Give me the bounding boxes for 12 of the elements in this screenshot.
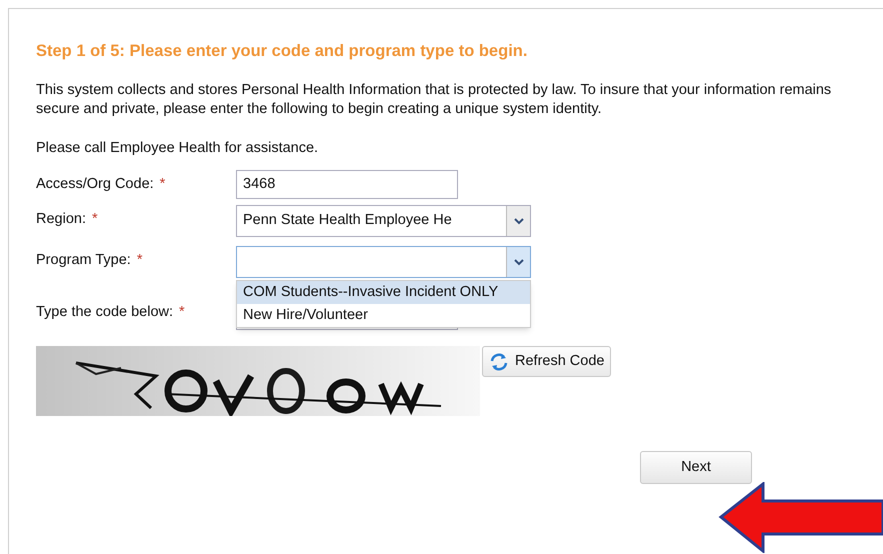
required-mark: * xyxy=(92,210,98,229)
help-text: Please call Employee Health for assistance. xyxy=(36,139,320,158)
field-label: Program Type: xyxy=(36,251,131,270)
select-value: Penn State Health Employee He xyxy=(242,211,453,230)
step-heading: Step 1 of 5: Please enter your code and program type to begin. xyxy=(36,41,528,61)
intro-text: This system collects and stores Personal Health Information that is protected by law. To insure that your information remains secure and private, please enter the following to begin creating a unique system identity. xyxy=(36,81,832,119)
field-label: Type the code below: xyxy=(36,303,174,322)
required-mark: * xyxy=(179,303,185,322)
field-label: Access/Org Code: xyxy=(36,175,154,194)
required-mark: * xyxy=(160,175,166,194)
field-label: Region: xyxy=(36,210,86,229)
required-mark: * xyxy=(136,251,142,270)
